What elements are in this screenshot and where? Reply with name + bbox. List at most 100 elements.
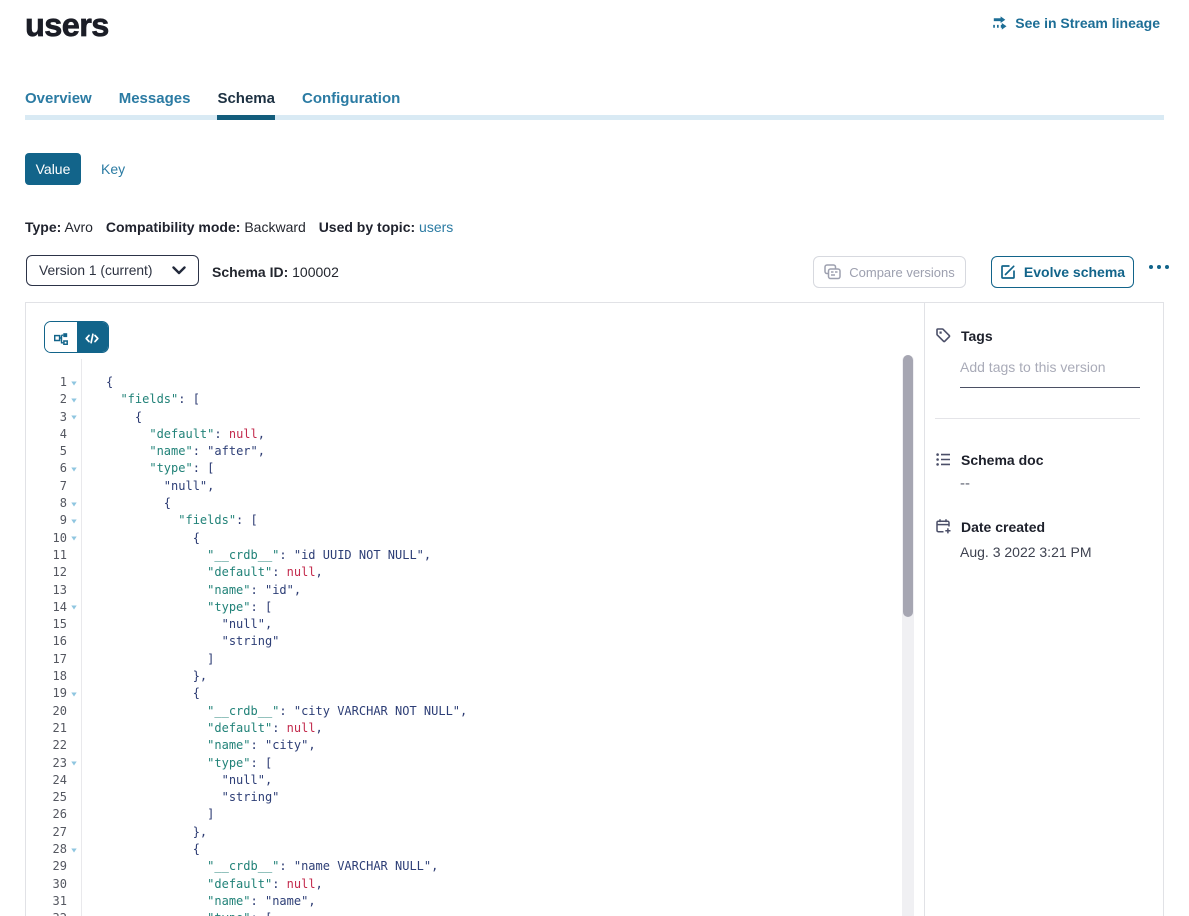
code-line-content: "type": [ [81, 460, 214, 477]
evolve-schema-label: Evolve schema [1024, 264, 1125, 280]
code-line-content: "null", [81, 478, 214, 495]
code-line-content: "name": "name", [81, 893, 316, 910]
editor-view-toggle [44, 321, 109, 353]
line-number: 22 [26, 737, 67, 754]
fold-arrow-icon[interactable] [67, 460, 81, 477]
code-line: 13 "name": "id", [26, 582, 925, 599]
add-tags-input[interactable] [960, 355, 1140, 388]
code-line-content: "name": "id", [81, 582, 301, 599]
code-line: 6 "type": [ [26, 460, 925, 477]
fold-arrow-icon[interactable] [67, 409, 81, 426]
line-number: 24 [26, 772, 67, 789]
fold-arrow-icon[interactable] [67, 495, 81, 512]
value-button[interactable]: Value [25, 153, 81, 185]
code-line-content: "__crdb__": "id UUID NOT NULL", [81, 547, 431, 564]
code-line: 30 "default": null, [26, 876, 925, 893]
line-number: 1 [26, 374, 67, 391]
line-number: 16 [26, 633, 67, 650]
stream-lineage-icon [993, 16, 1009, 30]
schema-id-value: 100002 [292, 264, 339, 280]
code-line-content: { [81, 495, 171, 512]
tab-schema[interactable]: Schema [217, 90, 275, 123]
date-created-value: Aug. 3 2022 3:21 PM [960, 544, 1139, 560]
code-editor[interactable]: 1{2 "fields": [3 {4 "default": null,5 "n… [26, 359, 925, 916]
fold-arrow-icon[interactable] [67, 530, 81, 547]
code-line-content: "null", [81, 772, 272, 789]
schema-doc-title: Schema doc [961, 452, 1043, 468]
line-number: 11 [26, 547, 67, 564]
code-line: 16 "string" [26, 633, 925, 650]
fold-spacer [67, 720, 81, 737]
scrollbar-thumb[interactable] [903, 355, 913, 617]
fold-spacer [67, 824, 81, 841]
code-line: 4 "default": null, [26, 426, 925, 443]
fold-spacer [67, 582, 81, 599]
fold-arrow-icon[interactable] [67, 374, 81, 391]
fold-arrow-icon[interactable] [67, 755, 81, 772]
code-line-content: "__crdb__": "city VARCHAR NOT NULL", [81, 703, 467, 720]
fold-arrow-icon[interactable] [67, 391, 81, 408]
fold-spacer [67, 564, 81, 581]
code-line: 18 }, [26, 668, 925, 685]
code-line-content: }, [81, 668, 207, 685]
code-line: 11 "__crdb__": "id UUID NOT NULL", [26, 547, 925, 564]
code-line-content: "default": null, [81, 426, 265, 443]
line-number: 26 [26, 806, 67, 823]
line-number: 23 [26, 755, 67, 772]
compare-versions-button[interactable]: Compare versions [813, 256, 966, 288]
code-view-button[interactable] [77, 322, 109, 353]
code-line: 5 "name": "after", [26, 443, 925, 460]
code-line: 32 "type": [ [26, 910, 925, 916]
version-select[interactable]: Version 1 (current) [26, 255, 199, 286]
code-line-content: ] [81, 651, 214, 668]
line-number: 14 [26, 599, 67, 616]
code-line: 3 { [26, 409, 925, 426]
line-number: 4 [26, 426, 67, 443]
version-select-value: Version 1 (current) [39, 263, 153, 278]
code-line-content: "string" [81, 789, 279, 806]
fold-spacer [67, 478, 81, 495]
calendar-plus-icon [935, 518, 952, 535]
type-label: Type: [25, 219, 61, 235]
code-line: 24 "null", [26, 772, 925, 789]
fold-arrow-icon[interactable] [67, 841, 81, 858]
fold-spacer [67, 893, 81, 910]
code-line-content: "fields": [ [81, 391, 200, 408]
line-number: 29 [26, 858, 67, 875]
ellipsis-dot [1149, 265, 1153, 269]
code-line-content: "__crdb__": "name VARCHAR NULL", [81, 858, 438, 875]
compat-value: Backward [244, 219, 305, 235]
code-line: 8 { [26, 495, 925, 512]
fold-spacer [67, 772, 81, 789]
compat-label: Compatibility mode: [106, 219, 241, 235]
line-number: 21 [26, 720, 67, 737]
fold-arrow-icon[interactable] [67, 685, 81, 702]
line-number: 30 [26, 876, 67, 893]
page-title: users [25, 7, 109, 44]
see-in-stream-lineage-link[interactable]: See in Stream lineage [993, 15, 1160, 31]
line-number: 27 [26, 824, 67, 841]
key-button[interactable]: Key [101, 161, 125, 177]
fold-spacer [67, 633, 81, 650]
fold-spacer [67, 616, 81, 633]
evolve-schema-button[interactable]: Evolve schema [991, 256, 1134, 288]
tree-view-button[interactable] [45, 322, 77, 353]
fold-arrow-icon[interactable] [67, 512, 81, 529]
fold-arrow-icon[interactable] [67, 599, 81, 616]
schema-meta-row: Type: Avro Compatibility mode: Backward … [25, 219, 462, 235]
schema-sidebar: Tags Schema doc -- [924, 303, 1163, 916]
sidebar-divider [935, 418, 1140, 419]
more-actions-button[interactable] [1144, 253, 1174, 281]
fold-spacer [67, 876, 81, 893]
code-line-content: "default": null, [81, 876, 323, 893]
fold-spacer [67, 806, 81, 823]
schema-id: Schema ID: 100002 [212, 264, 339, 280]
code-line: 9 "fields": [ [26, 512, 925, 529]
fold-arrow-icon[interactable] [67, 910, 81, 916]
code-line-content: "default": null, [81, 720, 323, 737]
line-number: 19 [26, 685, 67, 702]
line-number: 3 [26, 409, 67, 426]
topic-link[interactable]: users [419, 219, 453, 235]
schema-editor-panel: 1{2 "fields": [3 {4 "default": null,5 "n… [25, 302, 1164, 916]
code-line: 7 "null", [26, 478, 925, 495]
